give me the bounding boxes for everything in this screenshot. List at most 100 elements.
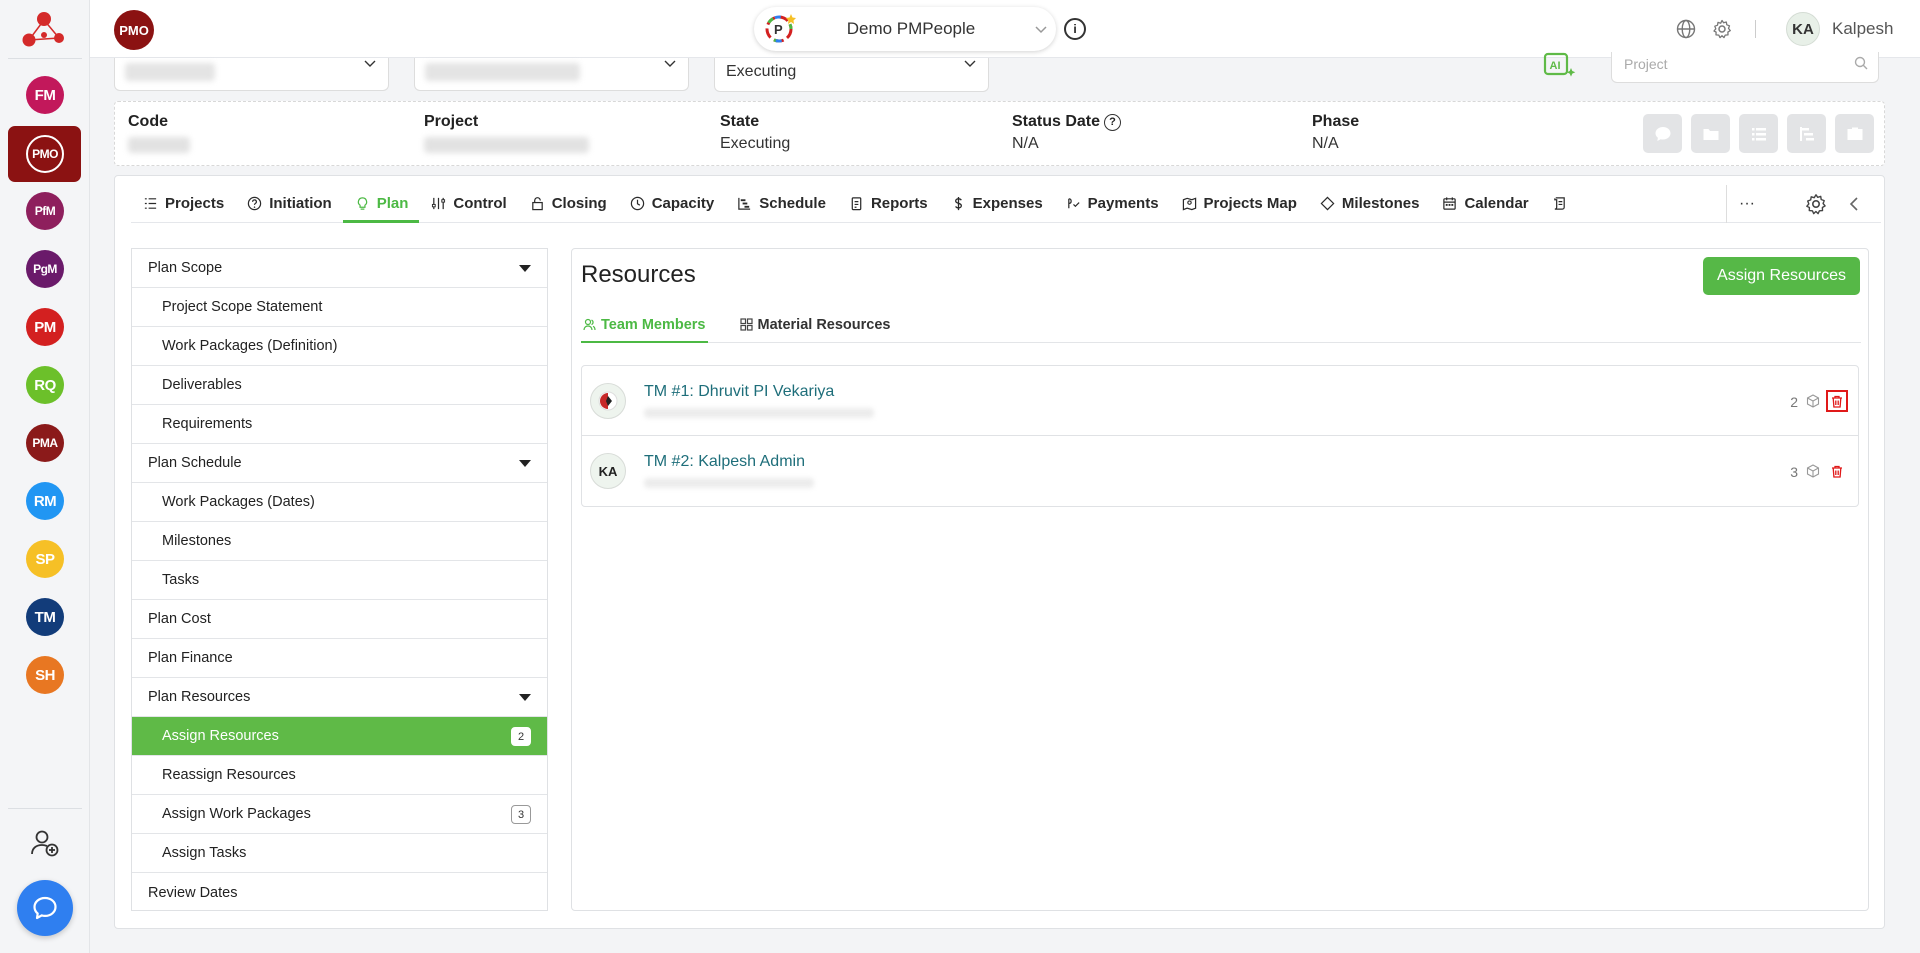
- nav-item-label: Work Packages (Dates): [162, 494, 315, 510]
- project-label: Project: [424, 113, 479, 130]
- app-pgm-button[interactable]: PgM: [26, 250, 64, 288]
- nav-work-packages-definition[interactable]: Work Packages (Definition): [132, 327, 547, 366]
- count-badge: 2: [511, 727, 531, 746]
- nav-plan-schedule[interactable]: Plan Schedule: [132, 444, 547, 483]
- portfolio-button[interactable]: [1835, 114, 1874, 153]
- nav-work-packages-dates[interactable]: Work Packages (Dates): [132, 483, 547, 522]
- tab-settings-icon[interactable]: [1805, 193, 1827, 215]
- nav-milestones[interactable]: Milestones: [132, 522, 547, 561]
- diamond-icon: [1320, 196, 1335, 211]
- tab-milestones[interactable]: Milestones: [1308, 185, 1431, 222]
- tab-initiation[interactable]: Initiation: [235, 185, 343, 222]
- ai-assistant-icon[interactable]: AI: [1542, 50, 1578, 82]
- nav-plan-finance[interactable]: Plan Finance: [132, 639, 547, 678]
- tab-projects-map[interactable]: Projects Map: [1170, 185, 1308, 222]
- tab-schedule[interactable]: Schedule: [725, 185, 837, 222]
- chevron-left-icon[interactable]: [1844, 194, 1864, 214]
- trash-icon: [1832, 395, 1842, 408]
- list-view-button[interactable]: [1739, 114, 1778, 153]
- nav-reassign-resources[interactable]: Reassign Resources: [132, 756, 547, 795]
- tabs-more-button[interactable]: ···: [1726, 185, 1755, 223]
- module-badge[interactable]: PMO: [114, 10, 154, 50]
- nav-item-label: Tasks: [162, 572, 200, 588]
- tab-control[interactable]: Control: [419, 185, 517, 222]
- hierarchy-button[interactable]: [1787, 114, 1826, 153]
- filter-dropdown-1[interactable]: [114, 58, 389, 91]
- help-icon[interactable]: ?: [1104, 113, 1122, 131]
- comments-button[interactable]: [1643, 114, 1682, 153]
- resources-panel: Resources Assign Resources Team Members …: [571, 248, 1869, 911]
- project-tools: [1643, 114, 1874, 153]
- filter-dropdown-2[interactable]: [414, 58, 689, 91]
- project-search-input[interactable]: [1624, 56, 1844, 72]
- tab-calendar[interactable]: Calendar: [1430, 185, 1539, 222]
- nav-project-scope-statement[interactable]: Project Scope Statement: [132, 288, 547, 327]
- top-bar: PMO P Demo PMPeople i KA Kalpesh: [90, 0, 1920, 58]
- code-field: Code: [128, 113, 190, 153]
- tab-overflow-icon[interactable]: [1540, 185, 1578, 222]
- nav-plan-scope[interactable]: Plan Scope: [132, 249, 547, 288]
- documents-button[interactable]: [1691, 114, 1730, 153]
- app-pm-button[interactable]: PM: [26, 308, 64, 346]
- tab-closing[interactable]: Closing: [518, 185, 618, 222]
- app-fm-button[interactable]: FM: [26, 76, 64, 114]
- nav-tasks[interactable]: Tasks: [132, 561, 547, 600]
- search-icon[interactable]: [1854, 56, 1868, 70]
- nav-plan-cost[interactable]: Plan Cost: [132, 600, 547, 639]
- nav-review-dates[interactable]: Review Dates: [132, 873, 547, 912]
- app-tm-button[interactable]: TM: [26, 598, 64, 636]
- app-logo[interactable]: [20, 6, 68, 50]
- tab-label: Initiation: [269, 195, 332, 212]
- info-icon[interactable]: i: [1064, 18, 1086, 40]
- assign-resources-button[interactable]: Assign Resources: [1703, 257, 1860, 295]
- delete-button[interactable]: [1826, 460, 1848, 482]
- app-pma-button[interactable]: PMA: [26, 424, 64, 462]
- app-rm-button[interactable]: RM: [26, 482, 64, 520]
- member-name-link[interactable]: TM #1: Dhruvit PI Vekariya: [644, 383, 834, 401]
- chat-button[interactable]: [17, 880, 73, 936]
- globe-icon[interactable]: [1676, 19, 1696, 39]
- app-sh-button[interactable]: SH: [26, 656, 64, 694]
- user-name[interactable]: Kalpesh: [1832, 19, 1893, 39]
- settings-icon[interactable]: [1712, 19, 1732, 39]
- nav-plan-resources[interactable]: Plan Resources: [132, 678, 547, 717]
- caret-down-icon[interactable]: [519, 694, 531, 701]
- project-search[interactable]: [1611, 52, 1879, 83]
- package-icon[interactable]: [1806, 464, 1820, 478]
- org-name: Demo PMPeople: [846, 19, 976, 38]
- tab-expenses[interactable]: Expenses: [939, 185, 1054, 222]
- tab-projects[interactable]: Projects: [131, 185, 235, 222]
- nav-item-label: Plan Finance: [148, 650, 233, 666]
- tab-plan[interactable]: Plan: [342, 185, 420, 223]
- app-sp-button[interactable]: SP: [26, 540, 64, 578]
- caret-down-icon[interactable]: [519, 460, 531, 467]
- organization-selector[interactable]: P Demo PMPeople: [754, 7, 1056, 51]
- tab-capacity[interactable]: Capacity: [618, 185, 726, 222]
- lock-icon: [531, 197, 543, 211]
- nav-assign-tasks[interactable]: Assign Tasks: [132, 834, 547, 873]
- app-pfm-button[interactable]: PfM: [26, 192, 64, 230]
- user-avatar[interactable]: KA: [1786, 12, 1820, 46]
- code-label: Code: [128, 113, 168, 130]
- delete-button[interactable]: [1826, 390, 1848, 412]
- project-field: Project: [424, 113, 589, 153]
- status-date-field: Status Date ? N/A: [1012, 113, 1122, 153]
- nav-assign-resources[interactable]: Assign Resources 2: [132, 717, 547, 756]
- nav-item-label: Plan Resources: [148, 689, 251, 705]
- add-user-icon[interactable]: [30, 828, 60, 858]
- package-icon[interactable]: [1806, 394, 1820, 408]
- state-dropdown[interactable]: Executing: [714, 58, 989, 92]
- tab-label: Projects Map: [1203, 195, 1297, 212]
- app-pmo-button[interactable]: PMO: [26, 135, 64, 173]
- nav-requirements[interactable]: Requirements: [132, 405, 547, 444]
- caret-down-icon[interactable]: [519, 265, 531, 272]
- tab-payments[interactable]: Payments: [1054, 185, 1170, 222]
- tab-team-members[interactable]: Team Members: [581, 307, 708, 343]
- nav-assign-work-packages[interactable]: Assign Work Packages 3: [132, 795, 547, 834]
- app-rq-button[interactable]: RQ: [26, 366, 64, 404]
- tab-material-resources[interactable]: Material Resources: [738, 307, 893, 342]
- nav-deliverables[interactable]: Deliverables: [132, 366, 547, 405]
- member-name-link[interactable]: TM #2: Kalpesh Admin: [644, 453, 805, 471]
- svg-text:AI: AI: [1550, 60, 1561, 72]
- tab-reports[interactable]: Reports: [837, 185, 939, 222]
